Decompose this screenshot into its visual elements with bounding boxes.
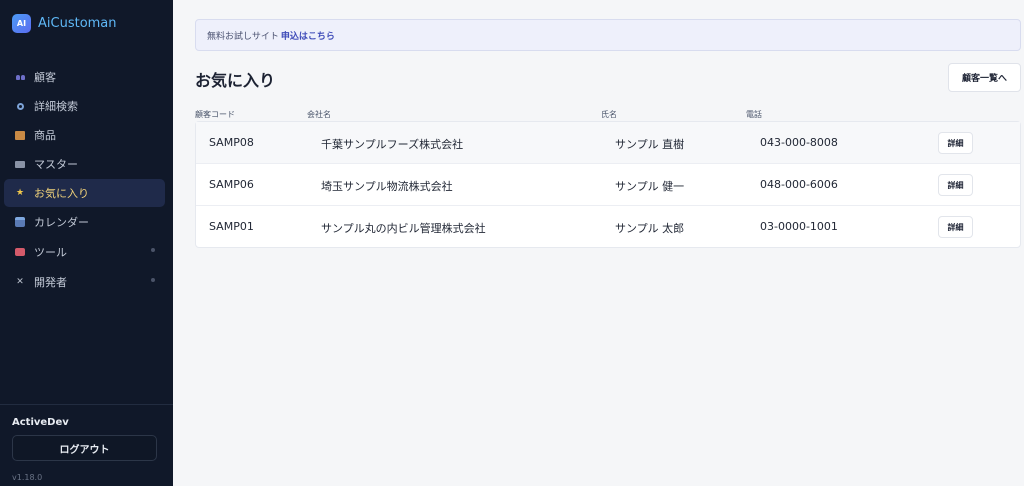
table-row: SAMP01 サンプル丸の内ビル管理株式会社 サンプル 太郎 03-0000-1… <box>196 206 1020 247</box>
version-label: v1.18.0 <box>12 473 43 482</box>
signup-link[interactable]: 申込はこちら <box>281 29 335 42</box>
contact-name: サンプル 直樹 <box>615 138 685 151</box>
brand[interactable]: AI AiCustoman <box>12 14 117 33</box>
company-name: サンプル丸の内ビル管理株式会社 <box>321 222 486 235</box>
sidebar-item-customers[interactable]: 顧客 <box>4 63 165 91</box>
contact-name: サンプル 健一 <box>615 180 685 193</box>
company-name: 千葉サンプルフーズ株式会社 <box>321 138 464 151</box>
sidebar-footer: ActiveDev ログアウト v1.18.0 <box>0 404 173 486</box>
sidebar-nav: 顧客 詳細検索 商品 マスター ★ お気に入り カレンダー ツール ✕ 開発者 <box>4 63 165 297</box>
phone-number: 048-000-6006 <box>760 178 838 191</box>
sidebar-item-advanced-search[interactable]: 詳細検索 <box>4 92 165 120</box>
sidebar-item-label: カレンダー <box>34 216 89 229</box>
customer-code: SAMP06 <box>209 178 254 191</box>
column-header-company: 会社名 <box>307 110 331 119</box>
column-header-phone: 電話 <box>746 110 762 119</box>
sidebar-item-favorites[interactable]: ★ お気に入り <box>4 179 165 207</box>
customer-list-button[interactable]: 顧客一覧へ <box>948 63 1021 92</box>
sidebar-item-calendar[interactable]: カレンダー <box>4 208 165 236</box>
folder-icon <box>14 158 26 170</box>
toolbox-icon <box>14 246 26 258</box>
sidebar-item-developer[interactable]: ✕ 開発者 <box>4 268 165 296</box>
company-name: 埼玉サンプル物流株式会社 <box>321 180 453 193</box>
detail-button[interactable]: 詳細 <box>938 132 973 154</box>
banner-text: 無料お試しサイト <box>207 31 279 42</box>
brand-name: AiCustoman <box>38 16 117 31</box>
chevron-icon <box>151 278 155 282</box>
column-header-name: 氏名 <box>601 110 617 119</box>
customer-code: SAMP08 <box>209 136 254 149</box>
page-title: お気に入り <box>195 71 276 90</box>
detail-button[interactable]: 詳細 <box>938 174 973 196</box>
table-row: SAMP06 埼玉サンプル物流株式会社 サンプル 健一 048-000-6006… <box>196 164 1020 206</box>
detail-button[interactable]: 詳細 <box>938 216 973 238</box>
sidebar-item-label: 詳細検索 <box>34 100 78 113</box>
sidebar-item-label: 開発者 <box>34 276 67 289</box>
tools-icon: ✕ <box>16 277 24 287</box>
users-icon <box>14 71 26 83</box>
star-icon: ★ <box>15 187 25 198</box>
sidebar-item-label: 顧客 <box>34 71 56 84</box>
chevron-icon <box>151 248 155 252</box>
favorites-table: SAMP08 千葉サンプルフーズ株式会社 サンプル 直樹 043-000-800… <box>195 121 1021 248</box>
sidebar-item-master[interactable]: マスター <box>4 150 165 178</box>
phone-number: 043-000-8008 <box>760 136 838 149</box>
phone-number: 03-0000-1001 <box>760 220 838 233</box>
sidebar-item-label: 商品 <box>34 129 56 142</box>
user-name: ActiveDev <box>12 417 69 428</box>
sidebar-item-label: お気に入り <box>34 187 89 200</box>
customer-code: SAMP01 <box>209 220 254 233</box>
table-row: SAMP08 千葉サンプルフーズ株式会社 サンプル 直樹 043-000-800… <box>196 122 1020 164</box>
trial-banner: 無料お試しサイト 申込はこちら <box>195 19 1021 51</box>
calendar-icon <box>14 216 26 228</box>
sidebar-item-products[interactable]: 商品 <box>4 121 165 149</box>
contact-name: サンプル 太郎 <box>615 222 685 235</box>
search-icon <box>14 100 26 112</box>
sidebar-item-label: ツール <box>34 246 67 259</box>
table-header: 顧客コード 会社名 氏名 電話 <box>195 109 1021 121</box>
box-icon <box>14 129 26 141</box>
logout-button[interactable]: ログアウト <box>12 435 157 461</box>
brand-logo-icon: AI <box>12 14 31 33</box>
sidebar: AI AiCustoman 顧客 詳細検索 商品 マスター ★ お気に入り カレ… <box>0 0 173 486</box>
column-header-code: 顧客コード <box>195 110 235 119</box>
sidebar-item-label: マスター <box>34 158 78 171</box>
sidebar-item-tools[interactable]: ツール <box>4 238 165 266</box>
